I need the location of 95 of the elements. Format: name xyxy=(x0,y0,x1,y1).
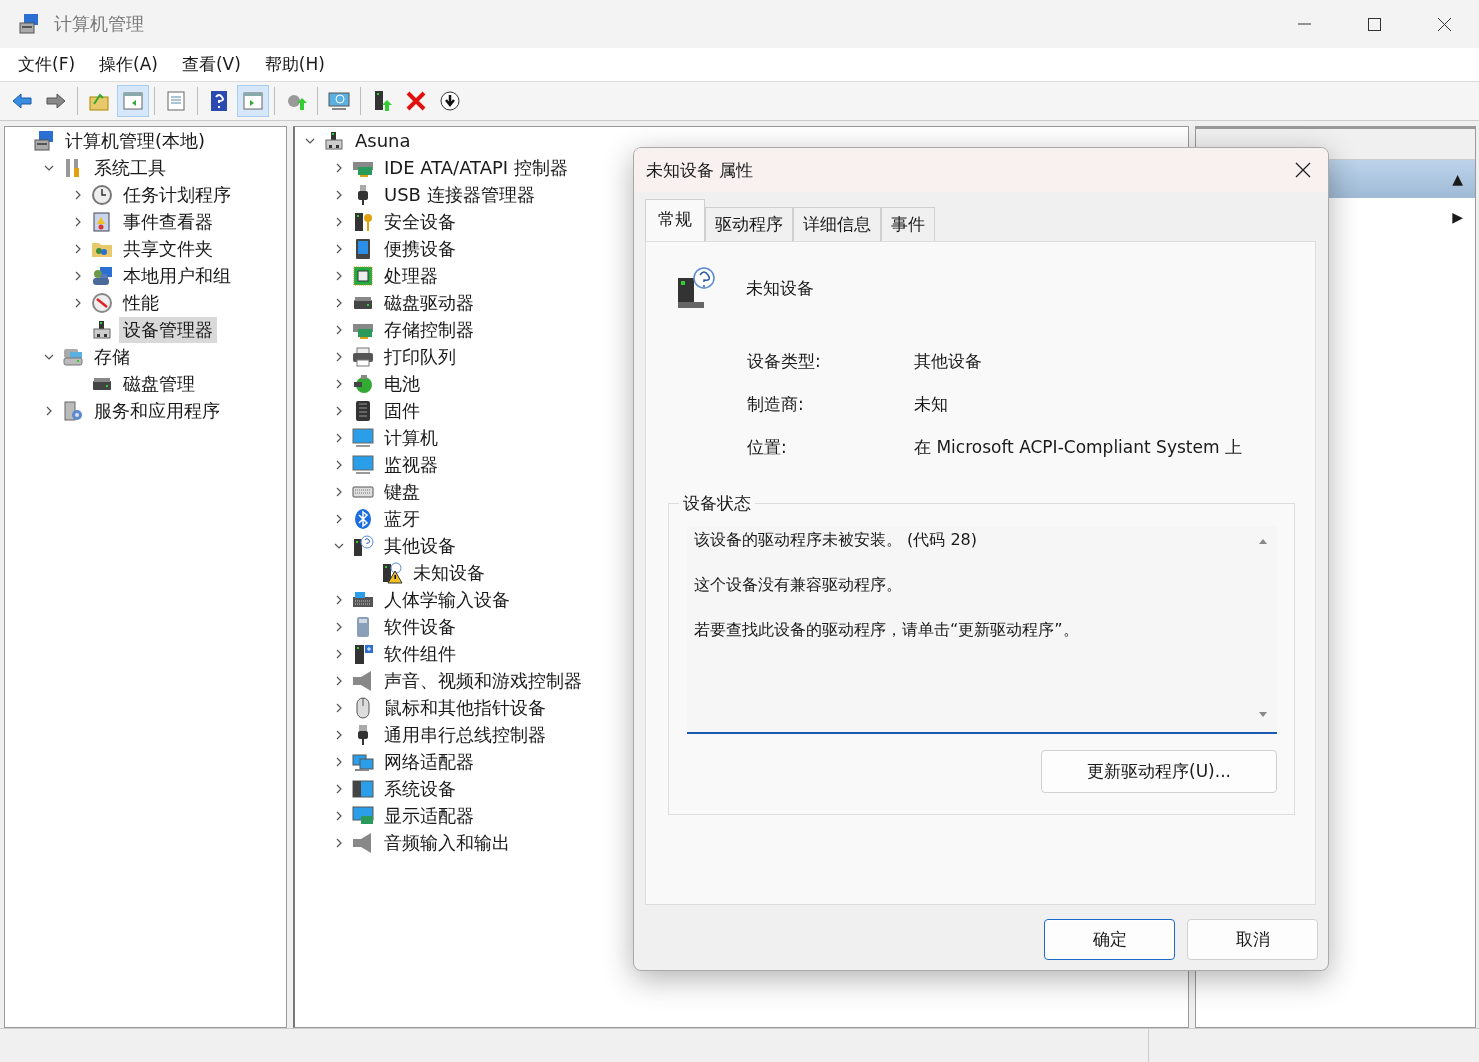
battery-plug-icon xyxy=(352,372,374,395)
tree-item[interactable]: 监视器 xyxy=(380,451,442,478)
menu-item[interactable]: 操作(A) xyxy=(87,53,170,76)
tab[interactable]: 详细信息 xyxy=(793,207,881,241)
minimize-icon xyxy=(1297,23,1311,25)
tab[interactable]: 驱动程序 xyxy=(705,207,793,241)
tree-item[interactable]: 共享文件夹 xyxy=(119,235,217,262)
users-icon xyxy=(91,264,113,287)
tree-item[interactable]: 本地用户和组 xyxy=(119,262,235,289)
tree-item[interactable]: IDE ATA/ATAPI 控制器 xyxy=(380,154,572,181)
tree-item[interactable]: 系统设备 xyxy=(380,775,460,802)
property-value: 未知 xyxy=(914,393,949,416)
properties-icon xyxy=(165,90,187,112)
status-text: 这个设备没有兼容驱动程序。 xyxy=(694,575,903,596)
key-icon xyxy=(352,210,374,233)
tree-item[interactable]: 处理器 xyxy=(380,262,442,289)
log-book-icon xyxy=(91,210,113,233)
property-label: 制造商: xyxy=(747,393,805,416)
window-title: 计算机管理 xyxy=(54,12,144,36)
tree-item[interactable]: 电池 xyxy=(380,370,424,397)
tree-item[interactable]: 存储控制器 xyxy=(380,316,478,343)
computer-icon xyxy=(18,13,40,35)
tree-item[interactable]: 服务和应用程序 xyxy=(90,397,224,424)
scan-hardware-icon xyxy=(328,90,350,112)
monitor-icon xyxy=(352,426,374,449)
tree-item[interactable]: 声音、视频和游戏控制器 xyxy=(380,667,586,694)
system-device-icon xyxy=(352,777,374,800)
property-value: 在 Microsoft ACPI-Compliant System 上 xyxy=(914,436,1243,459)
group-title: 设备状态 xyxy=(679,492,755,515)
action-pane-icon xyxy=(242,90,264,112)
tab[interactable]: 常规 xyxy=(645,199,705,241)
tree-item[interactable]: 安全设备 xyxy=(380,208,460,235)
tree-item[interactable]: 设备管理器 xyxy=(119,316,217,343)
tree-item[interactable]: 存储 xyxy=(90,343,134,370)
dialog-button[interactable]: 取消 xyxy=(1187,919,1318,960)
update-driver-button[interactable]: 更新驱动程序(U)... xyxy=(1041,750,1277,793)
warning-device-icon xyxy=(381,561,403,584)
device-icon xyxy=(91,318,113,341)
computer-icon xyxy=(33,129,55,152)
tree-item[interactable]: 蓝牙 xyxy=(380,505,424,532)
property-label: 设备类型: xyxy=(747,350,822,373)
tree-item[interactable]: 显示适配器 xyxy=(380,802,478,829)
tree-item[interactable]: 键盘 xyxy=(380,478,424,505)
tree-item[interactable]: 通用串行总线控制器 xyxy=(380,721,550,748)
monitor-icon xyxy=(352,453,374,476)
menu-item[interactable]: 文件(F) xyxy=(6,53,88,76)
printer-icon xyxy=(352,345,374,368)
tree-item[interactable]: USB 连接器管理器 xyxy=(380,181,539,208)
tree-item[interactable]: 音频输入和输出 xyxy=(380,829,514,856)
tree-item[interactable]: 鼠标和其他指针设备 xyxy=(380,694,550,721)
speaker-icon xyxy=(352,831,374,854)
tree-item[interactable]: 磁盘驱动器 xyxy=(380,289,478,316)
delete-icon xyxy=(405,90,427,112)
tree-item[interactable]: 计算机管理(本地) xyxy=(61,127,210,154)
forward-arrow-icon xyxy=(45,90,67,112)
dialog-button[interactable]: 确定 xyxy=(1044,919,1175,960)
tree-item[interactable]: 性能 xyxy=(119,289,163,316)
tree-item[interactable]: 事件查看器 xyxy=(119,208,217,235)
tree-pane-icon xyxy=(122,90,144,112)
tree-item[interactable]: 其他设备 xyxy=(380,532,460,559)
help-icon xyxy=(208,90,230,112)
tree-item[interactable]: 软件设备 xyxy=(380,613,460,640)
software-component-icon xyxy=(352,642,374,665)
close-icon xyxy=(1294,161,1312,179)
tree-item[interactable]: 人体学输入设备 xyxy=(380,586,514,613)
back-arrow-icon xyxy=(11,90,33,112)
tree-item[interactable]: 固件 xyxy=(380,397,424,424)
tree-item[interactable]: 系统工具 xyxy=(90,154,170,181)
bluetooth-icon xyxy=(352,507,374,530)
menu-item[interactable]: 帮助(H) xyxy=(252,53,337,76)
server-icon xyxy=(62,399,84,422)
device-name: 未知设备 xyxy=(746,276,814,300)
tree-item[interactable]: 磁盘管理 xyxy=(119,370,199,397)
display-adapter-icon xyxy=(352,804,374,827)
tab[interactable]: 事件 xyxy=(881,207,935,241)
speaker-icon xyxy=(352,669,374,692)
tree-item[interactable]: 未知设备 xyxy=(409,559,489,586)
chip-icon xyxy=(352,264,374,287)
tree-item[interactable]: 网络适配器 xyxy=(380,748,478,775)
property-label: 位置: xyxy=(747,436,788,459)
clock-icon xyxy=(91,183,113,206)
tree-item[interactable]: 任务计划程序 xyxy=(119,181,235,208)
status-text: 该设备的驱动程序未被安装。 (代码 28) xyxy=(694,530,978,551)
gauge-icon xyxy=(91,291,113,314)
property-value: 其他设备 xyxy=(914,350,983,373)
dialog-title: 未知设备 属性 xyxy=(646,158,755,182)
tree-item[interactable]: 便携设备 xyxy=(380,235,460,262)
tree-item[interactable]: 打印队列 xyxy=(380,343,460,370)
unknown-device-icon xyxy=(352,534,374,557)
tree-item[interactable]: 计算机 xyxy=(380,424,442,451)
device-icon xyxy=(323,129,345,152)
menu-item[interactable]: 查看(V) xyxy=(169,53,253,76)
tree-item[interactable]: 软件组件 xyxy=(380,640,460,667)
status-text: 若要查找此设备的驱动程序，请单击“更新驱动程序”。 xyxy=(694,620,1080,641)
tree-item[interactable]: Asuna xyxy=(351,129,415,152)
